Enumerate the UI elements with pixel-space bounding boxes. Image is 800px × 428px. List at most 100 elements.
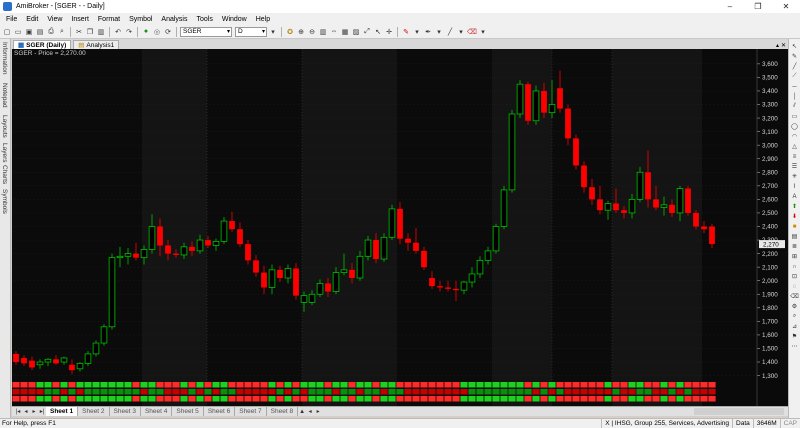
triangle-icon[interactable]: △ <box>790 142 800 151</box>
line-icon[interactable]: ╱ <box>790 62 800 71</box>
refresh-icon[interactable]: ⟳ <box>163 27 173 37</box>
ellipse-icon[interactable]: ◯ <box>790 122 800 131</box>
menu-analysis[interactable]: Analysis <box>161 16 187 23</box>
tab-information[interactable]: Information <box>1 42 8 75</box>
zoom-out-icon[interactable]: ⊖ <box>307 27 317 37</box>
save-all-icon[interactable]: ▤ <box>35 27 45 37</box>
zoom-in-icon[interactable]: ⊕ <box>296 27 306 37</box>
price-chart[interactable]: 1,300 1,400 1,500 1,600 1,700 1,800 1,900 2,000… <box>12 49 788 406</box>
first-sheet-icon[interactable]: |◂ <box>14 408 22 415</box>
close-icon[interactable]: ✕ <box>781 42 786 49</box>
scroll-icon[interactable]: ⇔ <box>329 27 339 37</box>
print-icon[interactable]: ⎙ <box>46 27 56 37</box>
hide-icon[interactable]: ◌ <box>790 282 800 291</box>
fit-icon[interactable]: ⤢ <box>362 27 372 37</box>
fib-ext-icon[interactable]: ☰ <box>790 162 800 171</box>
paste-icon[interactable]: ▥ <box>96 27 106 37</box>
eraser-menu-icon[interactable]: ▾ <box>478 27 488 37</box>
menu-file[interactable]: File <box>6 16 17 23</box>
chevron-down-icon[interactable]: ▾ <box>227 28 230 35</box>
open-icon[interactable]: ▭ <box>13 27 23 37</box>
bar-icon[interactable]: ▥ <box>318 27 328 37</box>
copy-icon[interactable]: ❐ <box>85 27 95 37</box>
marker-menu-icon[interactable]: ▾ <box>456 27 466 37</box>
ray-icon[interactable]: ⟋ <box>790 72 800 81</box>
rectangle-icon[interactable]: ▭ <box>790 112 800 121</box>
color-icon[interactable]: ■ <box>790 222 800 231</box>
play-icon[interactable]: ● <box>141 27 151 37</box>
menu-view[interactable]: View <box>47 16 62 23</box>
vline-icon[interactable]: │ <box>790 92 800 101</box>
channel-icon[interactable]: ⫽ <box>790 102 800 111</box>
sheet-tab-8[interactable]: Sheet 8 <box>267 407 299 416</box>
snap-icon[interactable]: ⊞ <box>790 252 800 261</box>
undo-icon[interactable]: ↶ <box>113 27 123 37</box>
sheet-tab-4[interactable]: Sheet 4 <box>141 407 173 416</box>
arc-icon[interactable]: ◠ <box>790 132 800 141</box>
tab-sger-daily[interactable]: ▦ SGER (Daily) <box>13 40 72 49</box>
sheet-tab-7[interactable]: Sheet 7 <box>235 407 267 416</box>
crosshair-icon[interactable]: ✛ <box>384 27 394 37</box>
arrow-down-icon[interactable]: ⬇ <box>790 212 800 221</box>
cursor-icon[interactable]: ↖ <box>373 27 383 37</box>
tab-notepad[interactable]: Notepad <box>1 83 8 108</box>
pen-icon[interactable]: ✒ <box>423 27 433 37</box>
sheet-tab-2[interactable]: Sheet 2 <box>78 407 110 416</box>
pointer-icon[interactable]: ↖ <box>790 42 800 51</box>
minimize-button[interactable]: – <box>716 0 744 13</box>
magnet-icon[interactable]: ∩ <box>790 262 800 271</box>
eraser-icon[interactable]: ⌫ <box>467 27 477 37</box>
tab-layers[interactable]: Layers <box>1 143 8 163</box>
arrow-up-icon[interactable]: ⬆ <box>790 202 800 211</box>
lock-icon[interactable]: ▲ <box>298 409 306 415</box>
grid-icon[interactable]: ▦ <box>340 27 350 37</box>
sheet-tab-6[interactable]: Sheet 6 <box>204 407 236 416</box>
scroll-right-icon[interactable]: ▸ <box>314 408 322 415</box>
menu-help[interactable]: Help <box>256 16 270 23</box>
print-preview-icon[interactable]: ⌕ <box>57 27 67 37</box>
style-icon[interactable]: ▤ <box>790 232 800 241</box>
cycles-icon[interactable]: ⌇ <box>790 182 800 191</box>
pencil-icon[interactable]: ✎ <box>790 52 800 61</box>
menu-insert[interactable]: Insert <box>71 16 89 23</box>
next-sheet-icon[interactable]: ▸ <box>30 408 38 415</box>
menu-symbol[interactable]: Symbol <box>129 16 152 23</box>
sheet-tab-3[interactable]: Sheet 3 <box>110 407 141 416</box>
gann-icon[interactable]: ✳ <box>790 172 800 181</box>
candlestick-chart[interactable]: 1,300 1,400 1,500 1,600 1,700 1,800 1,900 2,000… <box>12 49 788 406</box>
interval-combo[interactable]: D ▾ <box>235 26 267 37</box>
sheet-tab-1[interactable]: Sheet 1 <box>46 407 79 416</box>
maximize-button[interactable]: ❐ <box>744 0 772 13</box>
tab-layouts[interactable]: Layouts <box>1 115 8 138</box>
properties-icon[interactable]: ⚙ <box>790 302 800 311</box>
thickness-icon[interactable]: ≣ <box>790 242 800 251</box>
pen-menu-icon[interactable]: ▾ <box>434 27 444 37</box>
prev-sheet-icon[interactable]: ◂ <box>22 408 30 415</box>
save-icon[interactable]: ▣ <box>24 27 34 37</box>
zoom-tool-icon[interactable]: ⌕ <box>790 312 800 321</box>
last-sheet-icon[interactable]: ▸| <box>38 408 46 415</box>
redo-icon[interactable]: ↷ <box>124 27 134 37</box>
more-tools-icon[interactable]: ⋯ <box>790 342 800 351</box>
measure-icon[interactable]: ⊿ <box>790 322 800 331</box>
menu-tools[interactable]: Tools <box>197 16 213 23</box>
cut-icon[interactable]: ✂ <box>74 27 84 37</box>
new-icon[interactable]: ▢ <box>2 27 12 37</box>
sheet-tab-5[interactable]: Sheet 5 <box>172 407 204 416</box>
horizontal-scrollbar[interactable] <box>694 408 784 415</box>
menu-edit[interactable]: Edit <box>26 16 38 23</box>
alert-icon[interactable]: ⚑ <box>790 332 800 341</box>
close-button[interactable]: ✕ <box>772 0 800 13</box>
marker-icon[interactable]: ╱ <box>445 27 455 37</box>
line-style-icon[interactable]: ▾ <box>412 27 422 37</box>
hline-icon[interactable]: ─ <box>790 82 800 91</box>
fib-icon[interactable]: ≡ <box>790 152 800 161</box>
scroll-left-icon[interactable]: ◂ <box>306 408 314 415</box>
stop-icon[interactable]: ◎ <box>152 27 162 37</box>
text-icon[interactable]: A <box>790 192 800 201</box>
chevron-down-icon[interactable]: ▾ <box>262 28 265 35</box>
lock-drawing-icon[interactable]: ⊡ <box>790 272 800 281</box>
menu-window[interactable]: Window <box>222 16 247 23</box>
tab-analysis1[interactable]: ▤ Analysis1 <box>73 40 120 49</box>
color-picker-icon[interactable]: ✎ <box>401 27 411 37</box>
